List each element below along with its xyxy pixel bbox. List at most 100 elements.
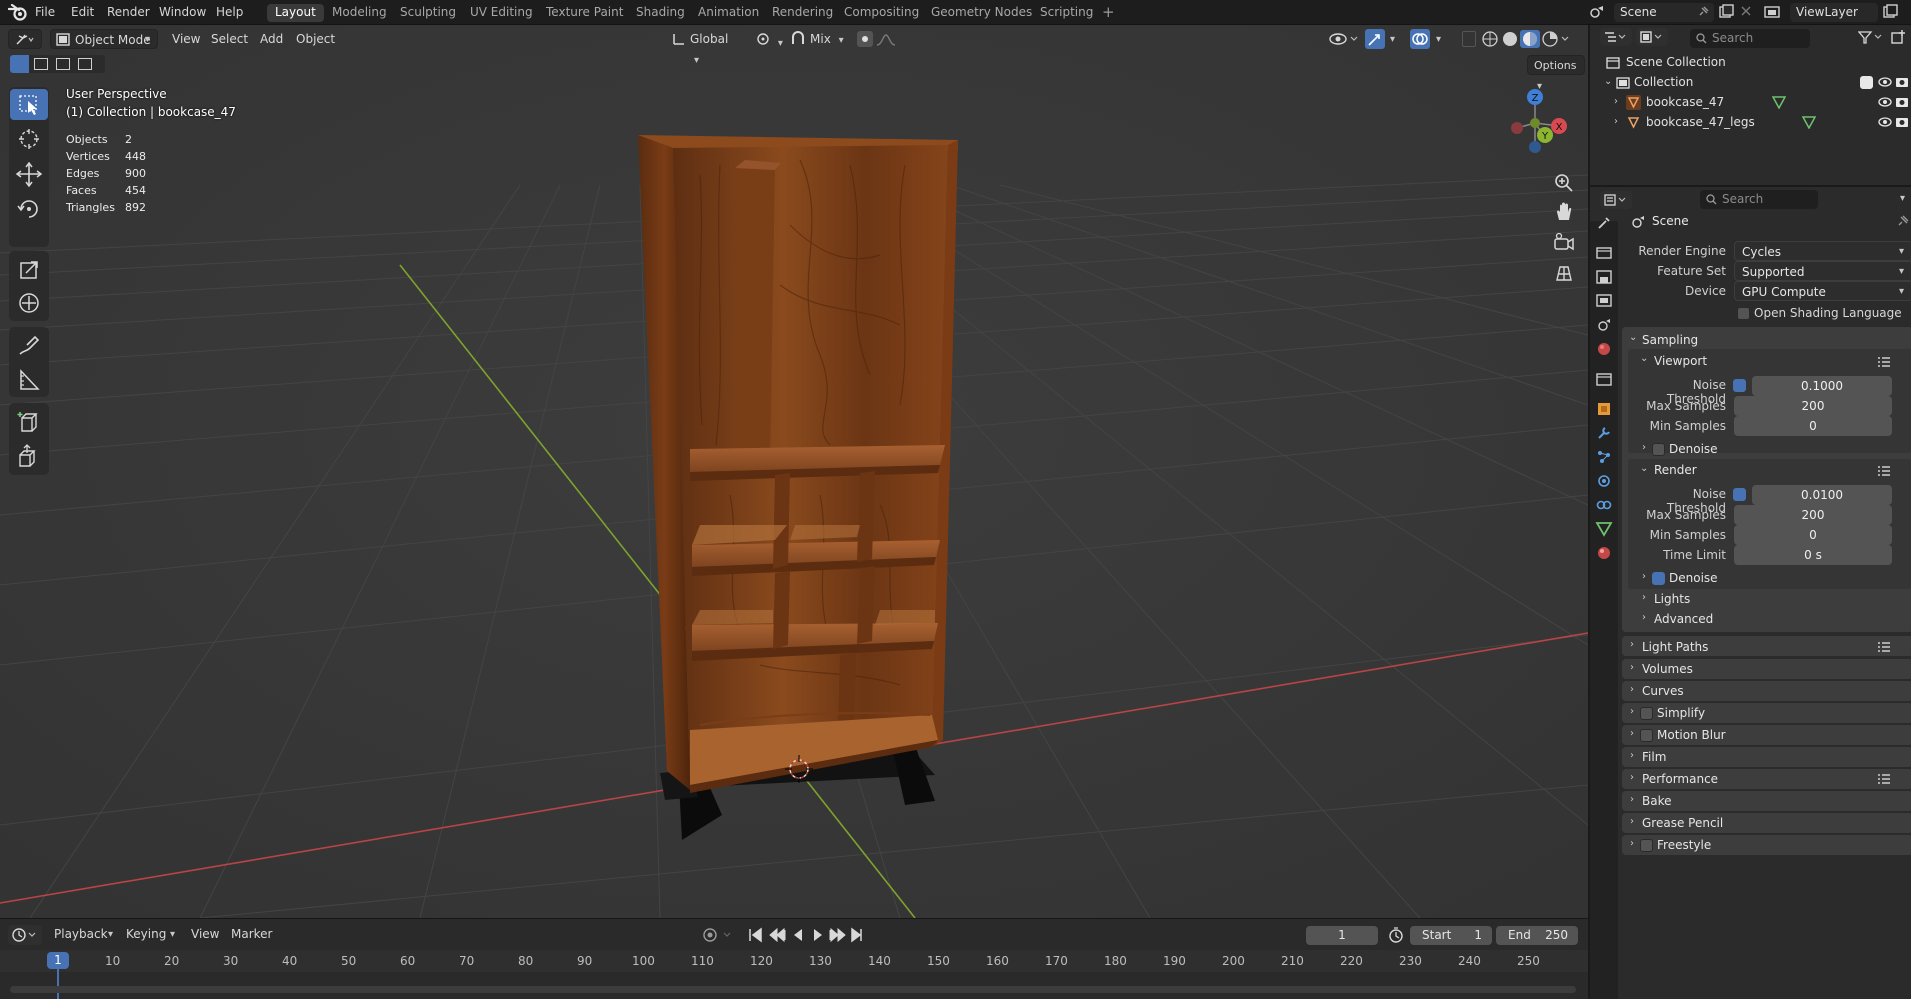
menu-edit[interactable]: Edit bbox=[71, 5, 94, 19]
tool-transform[interactable] bbox=[10, 288, 48, 319]
end-frame-field[interactable]: End 250 bbox=[1496, 926, 1578, 945]
tool-move[interactable] bbox=[10, 159, 48, 190]
editor-type-button[interactable] bbox=[8, 29, 42, 49]
tool-cursor[interactable] bbox=[10, 124, 48, 155]
timeline-editor-type-button[interactable] bbox=[8, 925, 42, 945]
mesh-data-icon[interactable] bbox=[1802, 116, 1816, 129]
overlays-toggle[interactable] bbox=[1410, 29, 1430, 49]
chevron-down-icon[interactable]: ▾ bbox=[1900, 193, 1905, 204]
visibility-icon[interactable] bbox=[1329, 31, 1359, 47]
menu-keying[interactable]: Keying bbox=[126, 927, 166, 941]
viewport-max-samples-field[interactable]: 200 bbox=[1734, 396, 1892, 416]
timeline-scrollbar[interactable] bbox=[10, 986, 1576, 993]
object-data-icon[interactable] bbox=[1594, 519, 1614, 539]
tab-sculpting[interactable]: Sculpting bbox=[392, 4, 464, 22]
camera-view-icon[interactable] bbox=[1551, 230, 1577, 256]
freestyle-checkbox[interactable] bbox=[1640, 839, 1653, 852]
outliner-editor-type-button[interactable] bbox=[1600, 28, 1632, 46]
viewport-scene[interactable] bbox=[0, 25, 1588, 918]
presets-list-icon[interactable] bbox=[1877, 465, 1891, 477]
remove-scene-icon[interactable] bbox=[1740, 5, 1752, 17]
menu-file[interactable]: File bbox=[35, 5, 55, 19]
pan-hand-icon[interactable] bbox=[1551, 200, 1577, 226]
material-icon[interactable] bbox=[1594, 543, 1614, 563]
3d-viewport[interactable]: Object Mode ▾ View Select Add Object Glo… bbox=[0, 25, 1588, 918]
chevron-down-icon[interactable]: ⌄ bbox=[1629, 332, 1637, 343]
viewport-denoise-checkbox[interactable] bbox=[1652, 443, 1665, 456]
advanced-subpanel-header[interactable]: Advanced bbox=[1654, 612, 1713, 626]
menu-select[interactable]: Select bbox=[205, 29, 254, 49]
mode-selector[interactable]: Object Mode ▾ bbox=[50, 29, 158, 49]
perspective-toggle-icon[interactable] bbox=[1551, 260, 1577, 286]
mesh-data-icon[interactable] bbox=[1772, 96, 1786, 109]
camera-icon[interactable] bbox=[1895, 95, 1909, 108]
outliner-search-input[interactable]: Search bbox=[1690, 29, 1810, 48]
bookcase-model[interactable] bbox=[638, 135, 958, 793]
proportional-edit-toggle[interactable] bbox=[857, 31, 873, 47]
output-icon[interactable] bbox=[1594, 267, 1614, 287]
shading-mode-group[interactable] bbox=[1480, 29, 1570, 49]
viewport-denoise-label[interactable]: Denoise bbox=[1669, 442, 1718, 456]
tool-scale[interactable] bbox=[10, 255, 48, 286]
tool-add-cube[interactable] bbox=[10, 407, 48, 438]
playback-controls[interactable] bbox=[746, 926, 866, 944]
gizmo-toggle[interactable] bbox=[1365, 29, 1385, 49]
render-noise-threshold-checkbox[interactable] bbox=[1733, 488, 1746, 501]
scene-icon[interactable] bbox=[1594, 315, 1614, 335]
feature-set-select[interactable]: Supported ▾ bbox=[1734, 261, 1911, 281]
tab-rendering[interactable]: Rendering bbox=[764, 4, 841, 22]
eye-icon[interactable] bbox=[1878, 76, 1892, 88]
particles-icon[interactable] bbox=[1594, 447, 1614, 467]
tab-scripting[interactable]: Scripting bbox=[1032, 4, 1101, 22]
lights-subpanel-header[interactable]: Lights bbox=[1654, 592, 1690, 606]
osl-checkbox[interactable] bbox=[1737, 307, 1750, 320]
chevron-right-icon[interactable]: › bbox=[1642, 571, 1646, 582]
menu-view[interactable]: View bbox=[166, 29, 206, 49]
menu-add[interactable]: Add bbox=[254, 29, 289, 49]
time-limit-field[interactable]: 0 s bbox=[1734, 545, 1892, 565]
tab-shading[interactable]: Shading bbox=[628, 4, 693, 22]
tab-texture-paint[interactable]: Texture Paint bbox=[538, 4, 631, 22]
outliner-row-collection[interactable]: ⌄ Collection bbox=[1590, 72, 1911, 92]
chevron-right-icon[interactable]: › bbox=[1614, 112, 1618, 132]
viewport-noise-threshold-checkbox[interactable] bbox=[1733, 379, 1746, 392]
menu-help[interactable]: Help bbox=[216, 5, 243, 19]
physics-icon[interactable] bbox=[1594, 471, 1614, 491]
scene-icon[interactable] bbox=[1588, 5, 1606, 19]
menu-render[interactable]: Render bbox=[107, 5, 150, 19]
menu-view[interactable]: View bbox=[191, 927, 219, 941]
motion-blur-checkbox[interactable] bbox=[1640, 729, 1653, 742]
options-button[interactable]: Options ▾ bbox=[1527, 55, 1585, 92]
blender-logo-icon[interactable] bbox=[8, 4, 28, 21]
viewport-min-samples-field[interactable]: 0 bbox=[1734, 416, 1892, 436]
new-collection-icon[interactable] bbox=[1890, 29, 1906, 45]
properties-search-input[interactable]: Search bbox=[1700, 190, 1818, 209]
render-min-samples-field[interactable]: 0 bbox=[1734, 525, 1892, 545]
camera-icon[interactable] bbox=[1895, 115, 1909, 128]
collection-exclude-checkbox[interactable] bbox=[1860, 76, 1873, 89]
object-properties-icon[interactable] bbox=[1594, 399, 1614, 419]
world-icon[interactable] bbox=[1594, 339, 1614, 359]
outliner-row-scene-collection[interactable]: Scene Collection bbox=[1590, 52, 1911, 72]
xray-toggle[interactable] bbox=[1462, 31, 1476, 47]
outliner-row-object[interactable]: › bookcase_47_legs bbox=[1590, 112, 1911, 132]
select-invert-icon[interactable] bbox=[78, 58, 92, 70]
chevron-right-icon[interactable]: › bbox=[1642, 612, 1646, 623]
render-icon[interactable] bbox=[1594, 243, 1614, 263]
select-extend-icon[interactable] bbox=[34, 58, 48, 70]
eye-icon[interactable] bbox=[1878, 96, 1892, 108]
autokey-record-icon[interactable] bbox=[702, 927, 736, 943]
chevron-right-icon[interactable]: › bbox=[1642, 592, 1646, 603]
collection-properties-icon[interactable] bbox=[1594, 369, 1614, 389]
start-frame-field[interactable]: Start 1 bbox=[1410, 926, 1492, 945]
chevron-down-icon[interactable]: ⌄ bbox=[1640, 353, 1648, 364]
presets-list-icon[interactable] bbox=[1877, 773, 1891, 785]
render-noise-threshold-field[interactable]: 0.0100 bbox=[1752, 485, 1892, 505]
playhead-frame-badge[interactable]: 1 bbox=[47, 952, 69, 969]
display-mode-button[interactable] bbox=[1636, 28, 1668, 46]
properties-editor-type-button[interactable] bbox=[1600, 191, 1632, 209]
render-max-samples-field[interactable]: 200 bbox=[1734, 505, 1892, 525]
menu-window[interactable]: Window bbox=[159, 5, 206, 19]
presets-list-icon[interactable] bbox=[1877, 356, 1891, 368]
outliner-row-object[interactable]: › bookcase_47 bbox=[1590, 92, 1911, 112]
